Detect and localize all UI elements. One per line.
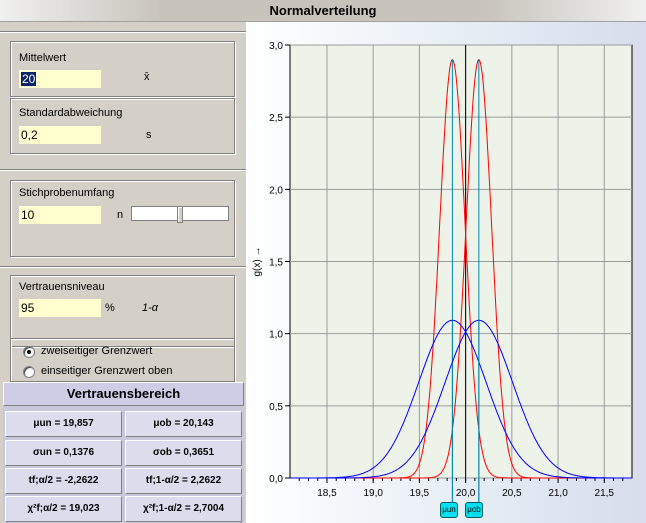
sample-slider[interactable] [131,206,229,223]
x-tick-label: 19,5 [410,488,430,499]
sample-symbol: n [117,209,124,221]
radio-one-sided-upper[interactable] [23,366,35,378]
y-axis-label: g(x) → [252,247,263,277]
chart-pane: 18,5 19,0 19,5 20,0 20,5 21,0 21,5 0,0 0,5 1,0 1,5… [246,22,646,523]
sd-symbol: s [146,129,152,141]
mu-un-marker[interactable]: μun [440,502,458,518]
chi-left-cell: χ²f;α/2 = 19,023 [5,496,122,522]
radio-two-sided[interactable] [23,346,35,358]
mean-label: Mittelwert [19,52,67,64]
x-tick-label: 20,0 [456,488,476,499]
radio-one-sided-upper-label: einseitiger Grenzwert oben [41,365,173,377]
sigma-ob-cell: σob = 0,3651 [125,440,242,466]
radio-two-sided-label: zweiseitiger Grenzwert [41,345,153,357]
separator [0,266,246,268]
y-tick-label: 2,0 [269,185,283,196]
chi-right-cell: χ²f;1-α/2 = 2,7004 [125,496,242,522]
confidence-input[interactable]: 95 [19,299,101,317]
separator [0,31,246,33]
mu-ob-cell: μob = 20,143 [125,411,242,437]
sample-input[interactable]: 10 [19,206,101,224]
y-tick-label: 3,0 [269,41,283,52]
x-tick-label: 18,5 [317,488,337,499]
slider-thumb[interactable] [177,206,183,223]
mean-group: Mittelwert 20 x̄ [10,41,235,97]
sigma-un-cell: σun = 0,1376 [5,440,122,466]
sd-input[interactable]: 0,2 [19,126,101,144]
mean-input[interactable]: 20 [19,70,101,88]
y-tick-label: 0,0 [269,474,283,485]
window-title: Normalverteilung [269,3,377,18]
y-tick-label: 0,5 [269,402,283,413]
mode-group: zweiseitiger Grenzwert einseitiger Grenz… [10,338,235,382]
confidence-symbol: 1-α [142,302,159,314]
x-tick-label: 21,0 [548,488,568,499]
distribution-chart: 18,5 19,0 19,5 20,0 20,5 21,0 21,5 0,0 0,5 1,0 1,5… [252,41,633,502]
y-tick-label: 1,5 [269,258,283,269]
title-bar: Normalverteilung [0,0,646,22]
sample-group: Stichprobenumfang 10 n [10,180,235,257]
confidence-label: Vertrauensniveau [19,281,105,293]
confidence-unit: % [105,302,115,314]
mu-un-cell: μun = 19,857 [5,411,122,437]
mu-ob-marker[interactable]: μob [465,502,483,518]
t-right-cell: tf;1-α/2 = 2,2622 [125,468,242,494]
confidence-range-panel: Vertrauensbereich μun = 19,857 μob = 20,… [3,382,244,523]
t-left-cell: tf;α/2 = -2,2622 [5,468,122,494]
sd-group: Standardabweichung 0,2 s [10,98,235,154]
sample-label: Stichprobenumfang [19,187,115,199]
confidence-group: Vertrauensniveau 95 % 1-α [10,275,235,347]
x-tick-label: 21,5 [595,488,615,499]
mean-symbol: x̄ [144,71,150,83]
x-tick-label: 19,0 [363,488,383,499]
separator [0,169,246,171]
x-tick-label: 20,5 [502,488,522,499]
y-tick-label: 1,0 [269,330,283,341]
input-panel: Mittelwert 20 x̄ Standardabweichung 0,2 … [0,22,246,523]
y-tick-label: 2,5 [269,113,283,124]
sd-label: Standardabweichung [19,107,123,119]
results-title: Vertrauensbereich [3,382,244,406]
